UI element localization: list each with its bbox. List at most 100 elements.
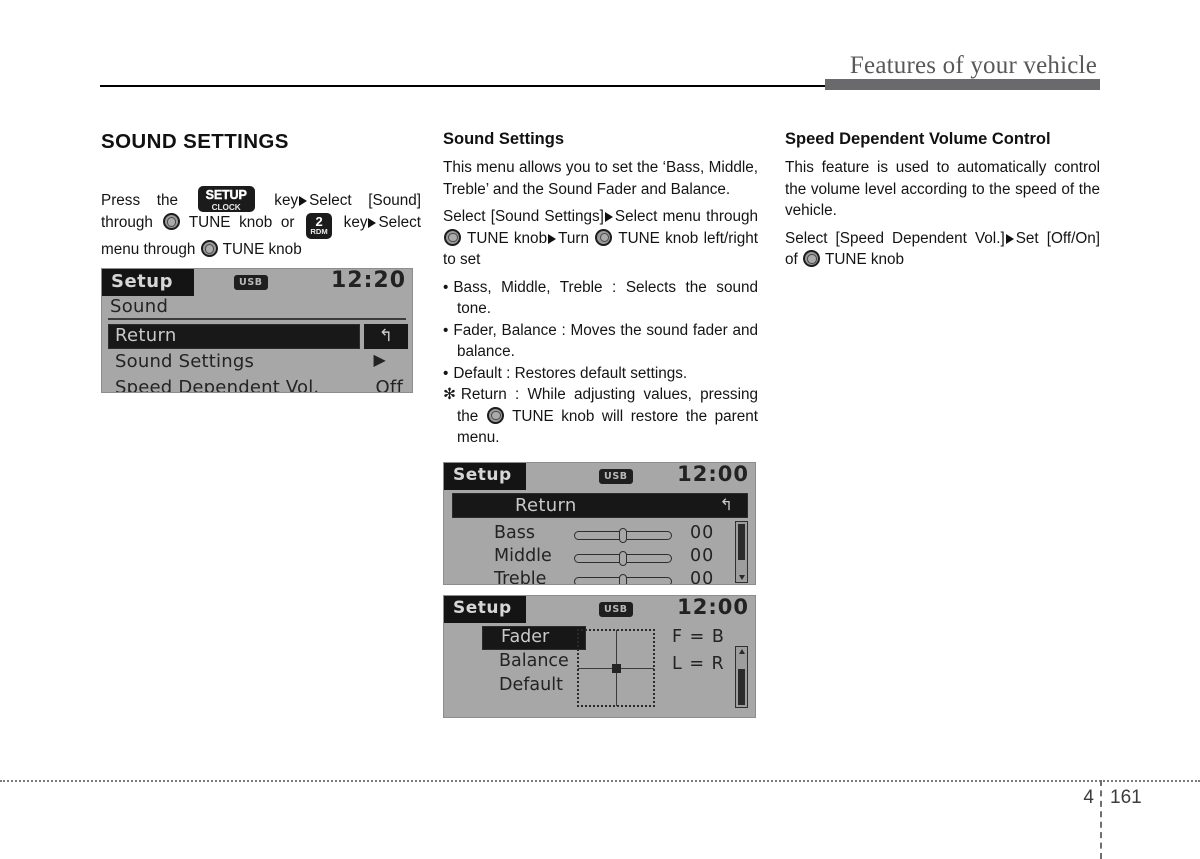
tune-knob-icon <box>803 250 821 267</box>
treble-value: 00 <box>690 569 715 585</box>
lcd1-row-speed-dependent-vol[interactable]: Speed Dependent Vol. Off <box>102 377 412 393</box>
bullet-text: Fader, Balance : Moves the sound fader a… <box>453 321 758 361</box>
list-item: • Bass, Middle, Treble : Selects the soun… <box>443 277 758 320</box>
chevron-right-icon: ▶ <box>373 350 386 369</box>
bullet-marker: • <box>443 364 449 382</box>
balance-label: Balance <box>499 651 569 671</box>
lcd3-row-balance[interactable]: Balance <box>499 651 569 671</box>
lcd1-row-sound-settings[interactable]: Sound Settings ▶ <box>102 350 412 375</box>
tune-knob-icon <box>444 228 461 246</box>
step-text-c: TUNE knob <box>467 229 548 247</box>
setup-key-label-primary: SETUP <box>205 188 247 202</box>
sound-settings-heading: Sound Settings <box>443 130 564 148</box>
slider-thumb[interactable] <box>619 551 627 566</box>
tune-knob-icon <box>595 228 613 246</box>
lcd3-title-badge: Setup <box>444 596 526 623</box>
instruction-text-8: menu through <box>101 241 196 258</box>
chevron-up-icon <box>738 649 745 654</box>
lcd1-subtitle: Sound <box>110 296 169 317</box>
bass-value: 00 <box>690 523 715 543</box>
asterisk-note-icon: ✻ <box>443 386 456 403</box>
right-column: Speed Dependent Volume Control This feat… <box>785 130 1100 271</box>
step-arrow-icon <box>548 233 557 244</box>
middle-value: 00 <box>690 546 715 566</box>
scrollbar-thumb[interactable] <box>737 669 745 705</box>
return-arrow-icon: ↰ <box>364 324 408 349</box>
lcd2-row-treble[interactable]: Treble 00 <box>444 569 755 585</box>
left-column: SOUND SETTINGS Press the SETUP CLOCK key… <box>101 130 421 393</box>
slider-thumb[interactable] <box>619 528 627 543</box>
instruction-text-5: TUNE knob or <box>188 214 295 231</box>
right-step-text-c: TUNE knob <box>825 251 905 268</box>
rdm-key-icon[interactable]: 2 RDM <box>306 213 333 239</box>
footer-vertical-divider <box>1100 780 1102 859</box>
left-instruction-paragraph: Press the SETUP CLOCK key Select [Sound] … <box>101 186 421 261</box>
page-header-title: Features of your vehicle <box>849 52 1097 79</box>
step-text-a: Select [Sound Settings] <box>443 208 604 225</box>
usb-icon: USB <box>234 275 268 290</box>
lcd2-return-label: Return <box>515 495 577 516</box>
tune-knob-icon <box>200 240 218 257</box>
step-text-b: Select menu through <box>614 208 758 225</box>
bullet-text: Default : Restores default settings. <box>453 364 688 382</box>
instruction-text-1: Press the <box>101 192 179 209</box>
usb-icon: USB <box>599 602 633 617</box>
right-step-text-a: Select [Speed Dependent Vol.] <box>785 229 1005 247</box>
lcd3-row-fader[interactable]: Fader <box>482 626 586 650</box>
lcd1-title-badge: Setup <box>102 269 194 296</box>
page-header: Features of your vehicle <box>0 0 1200 96</box>
bass-slider[interactable] <box>574 528 672 543</box>
radio-display-setup-sound: Setup USB 12:20 Sound Return ↰ Sound Set… <box>101 268 413 393</box>
lcd2-status-bar: Setup USB 12:00 <box>444 463 755 490</box>
lcd2-row-return[interactable]: Return ↰ <box>452 493 748 518</box>
lcd2-title-badge: Setup <box>444 463 526 490</box>
fader-front-back-value: F = B <box>672 627 725 647</box>
return-arrow-icon: ↰ <box>719 495 733 514</box>
fader-label: Fader <box>501 627 550 647</box>
treble-slider[interactable] <box>574 574 672 584</box>
bullet-marker: • <box>443 278 449 296</box>
chevron-down-icon <box>738 575 745 580</box>
note-item: ✻ Return : While adjusting values, pressi… <box>443 384 758 449</box>
lcd3-clock: 12:00 <box>677 595 749 619</box>
step-arrow-icon <box>604 212 613 222</box>
instruction-text-3: Select [Sound] <box>309 192 421 209</box>
middle-label: Middle <box>494 546 552 566</box>
step-arrow-icon <box>1005 233 1014 244</box>
setup-clock-key-icon[interactable]: SETUP CLOCK <box>197 186 255 212</box>
lcd3-status-bar: Setup USB 12:00 <box>444 596 755 623</box>
speed-dependent-volume-steps: Select [Speed Dependent Vol.] Set [Off/On… <box>785 228 1100 271</box>
speed-dependent-volume-heading: Speed Dependent Volume Control <box>785 130 1051 148</box>
lcd2-row-middle[interactable]: Middle 00 <box>444 546 755 570</box>
default-label: Default <box>499 675 563 695</box>
fader-position-marker[interactable] <box>611 663 621 673</box>
setup-key-label-secondary: CLOCK <box>211 201 241 212</box>
middle-slider[interactable] <box>574 551 672 566</box>
lcd1-row-return[interactable]: Return ↰ <box>102 324 412 349</box>
scrollbar-thumb[interactable] <box>737 524 745 560</box>
lcd1-divider <box>108 318 406 320</box>
lcd1-speed-dependent-label: Speed Dependent Vol. <box>115 377 320 393</box>
instruction-text-7: Select <box>378 214 421 231</box>
lcd1-speed-dependent-value: Off <box>375 377 403 393</box>
fader-left-right-value: L = R <box>672 654 725 674</box>
lcd1-return-label: Return <box>115 325 177 346</box>
lcd1-sound-settings-label: Sound Settings <box>115 351 255 372</box>
instruction-text-9: TUNE knob <box>222 241 302 258</box>
slider-thumb[interactable] <box>619 574 627 584</box>
tune-knob-icon <box>486 406 504 424</box>
lcd3-scrollbar[interactable] <box>735 646 748 708</box>
bullet-text: Bass, Middle, Treble : Selects the sound… <box>453 278 758 318</box>
instruction-text-6: key <box>343 214 368 231</box>
fader-balance-grid[interactable] <box>577 629 655 707</box>
section-title: SOUND SETTINGS <box>101 130 289 153</box>
lcd3-row-default[interactable]: Default <box>499 675 563 695</box>
lcd2-row-bass[interactable]: Bass 00 <box>444 523 755 547</box>
speed-dependent-volume-description: This feature is used to automatically co… <box>785 159 1100 219</box>
sound-settings-steps: Select [Sound Settings] Select menu throu… <box>443 206 758 271</box>
lcd2-scrollbar[interactable] <box>735 521 748 583</box>
chapter-number: 4 <box>1083 787 1094 808</box>
radio-display-fader-balance: Setup USB 12:00 Fader Balance Default F … <box>443 595 756 718</box>
treble-label: Treble <box>494 569 547 585</box>
page-number: 161 <box>1110 787 1142 808</box>
